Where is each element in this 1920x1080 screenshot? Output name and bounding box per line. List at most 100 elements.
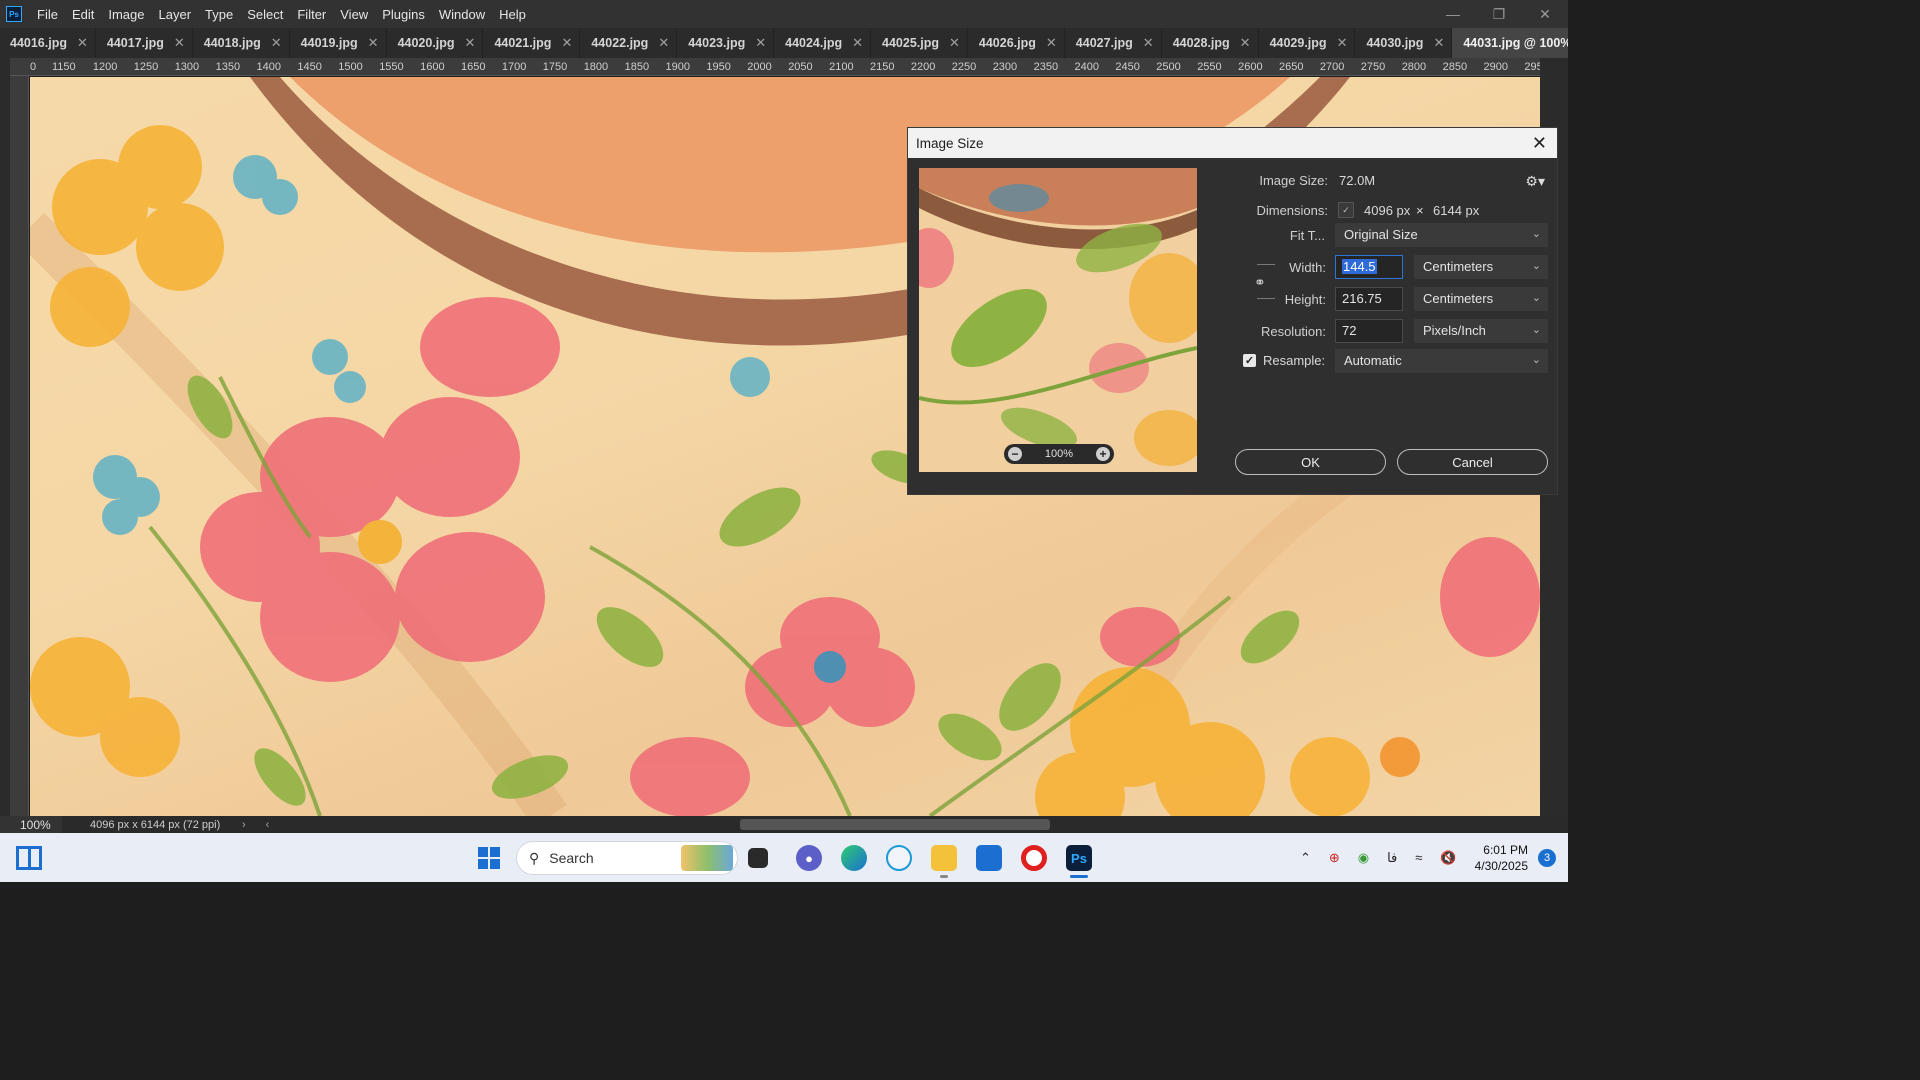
tab-44023[interactable]: 44023.jpg ✕: [677, 28, 775, 58]
zoom-level[interactable]: 100%: [0, 816, 62, 833]
document-info[interactable]: 4096 px x 6144 px (72 ppi): [62, 819, 232, 831]
vpn-icon[interactable]: ⊕: [1329, 850, 1340, 866]
microsoft-store-icon[interactable]: [976, 845, 1002, 871]
minimize-icon[interactable]: —: [1430, 6, 1476, 23]
ruler-tick-label: 1450: [297, 61, 322, 73]
taskbar-search[interactable]: ⚲ Search: [516, 841, 738, 875]
chevron-up-icon[interactable]: ⌃: [1300, 850, 1311, 866]
close-tab-icon[interactable]: ✕: [465, 35, 476, 51]
dimensions-unit-toggle[interactable]: ✓: [1338, 202, 1354, 218]
close-tab-icon[interactable]: ✕: [271, 35, 282, 51]
close-tab-icon[interactable]: ✕: [852, 35, 863, 51]
ruler-tick-label: 2900: [1483, 61, 1508, 73]
copilot-icon[interactable]: [886, 845, 912, 871]
close-tab-icon[interactable]: ✕: [755, 35, 766, 51]
close-icon[interactable]: ✕: [1532, 133, 1547, 154]
tab-44022[interactable]: 44022.jpg ✕: [580, 28, 678, 58]
vertical-ruler[interactable]: [10, 76, 29, 816]
clock[interactable]: 6:01 PM 4/30/2025: [1475, 842, 1528, 874]
opera-browser-icon[interactable]: [1021, 845, 1047, 871]
close-tab-icon[interactable]: ✕: [561, 35, 572, 51]
close-tab-icon[interactable]: ✕: [1240, 35, 1251, 51]
close-tab-icon[interactable]: ✕: [77, 35, 88, 51]
wifi-icon[interactable]: ≈: [1415, 850, 1422, 865]
width-input[interactable]: 144.5: [1335, 255, 1403, 279]
teams-chat-icon[interactable]: ●: [796, 845, 822, 871]
menu-help[interactable]: Help: [492, 7, 533, 22]
photoshop-taskbar-icon[interactable]: Ps: [1066, 845, 1092, 871]
chevron-left-icon[interactable]: ‹: [256, 819, 280, 831]
photoshop-logo-icon[interactable]: Ps: [6, 6, 22, 22]
zoom-out-icon[interactable]: −: [1008, 447, 1022, 461]
task-view-icon[interactable]: [748, 848, 768, 868]
tab-44031-active[interactable]: 44031.jpg @ 100% (RGB/8#): [1452, 28, 1568, 58]
menu-edit[interactable]: Edit: [65, 7, 101, 22]
tab-44021[interactable]: 44021.jpg ✕: [483, 28, 581, 58]
tab-44025[interactable]: 44025.jpg ✕: [871, 28, 968, 58]
chevron-right-icon[interactable]: ›: [232, 819, 256, 831]
widgets-icon[interactable]: [16, 846, 42, 870]
width-unit-value: Centimeters: [1423, 259, 1494, 274]
horizontal-ruler[interactable]: 0 1150 1200 1250 1300 1350 1400 1450 1500 1550 160…: [10, 58, 1543, 76]
tab-44016[interactable]: 44016.jpg ✕: [0, 28, 96, 58]
menu-layer[interactable]: Layer: [152, 7, 199, 22]
language-indicator[interactable]: فا: [1387, 850, 1397, 866]
fit-to-dropdown[interactable]: Original Size ⌄: [1335, 223, 1548, 247]
menu-window[interactable]: Window: [432, 7, 492, 22]
windows-start-icon[interactable]: [476, 845, 502, 871]
width-unit-dropdown[interactable]: Centimeters ⌄: [1414, 255, 1548, 279]
horizontal-scrollbar-thumb[interactable]: [740, 819, 1050, 830]
menu-file[interactable]: File: [30, 7, 65, 22]
close-tab-icon[interactable]: ✕: [1337, 35, 1348, 51]
close-tab-icon[interactable]: ✕: [174, 35, 185, 51]
resample-dropdown[interactable]: Automatic ⌄: [1335, 349, 1548, 373]
menu-select[interactable]: Select: [240, 7, 290, 22]
zoom-in-icon[interactable]: +: [1095, 447, 1110, 461]
tab-label: 44030.jpg: [1366, 36, 1424, 50]
notification-badge[interactable]: 3: [1538, 848, 1556, 867]
file-explorer-icon[interactable]: [931, 845, 957, 871]
network-globe-icon[interactable]: ◉: [1358, 850, 1369, 866]
menu-filter[interactable]: Filter: [290, 7, 333, 22]
close-tab-icon[interactable]: ✕: [1046, 35, 1057, 51]
constrain-proportions-link-icon[interactable]: ⚭: [1254, 274, 1266, 291]
tab-44019[interactable]: 44019.jpg ✕: [290, 28, 387, 58]
tab-44026[interactable]: 44026.jpg ✕: [968, 28, 1065, 58]
tab-44028[interactable]: 44028.jpg ✕: [1162, 28, 1259, 58]
tab-44027[interactable]: 44027.jpg ✕: [1065, 28, 1162, 58]
tab-44017[interactable]: 44017.jpg ✕: [96, 28, 193, 58]
tab-44029[interactable]: 44029.jpg ✕: [1259, 28, 1356, 58]
volume-muted-icon[interactable]: 🔇: [1440, 850, 1456, 866]
dimensions-times: ×: [1416, 203, 1424, 218]
menu-image[interactable]: Image: [101, 7, 151, 22]
height-unit-dropdown[interactable]: Centimeters ⌄: [1414, 287, 1548, 311]
ruler-tick-label: 1400: [256, 61, 281, 73]
height-input[interactable]: 216.75: [1335, 287, 1403, 311]
tab-44020[interactable]: 44020.jpg ✕: [387, 28, 484, 58]
close-tab-icon[interactable]: ✕: [1143, 35, 1154, 51]
resolution-input[interactable]: 72: [1335, 319, 1403, 343]
ruler-tick-label: 1750: [542, 61, 568, 73]
close-tab-icon[interactable]: ✕: [658, 35, 669, 51]
tab-44024[interactable]: 44024.jpg ✕: [774, 28, 872, 58]
close-window-icon[interactable]: ✕: [1522, 6, 1568, 23]
menu-view[interactable]: View: [333, 7, 375, 22]
width-label: Width:: [1289, 260, 1326, 275]
close-tab-icon[interactable]: ✕: [368, 35, 379, 51]
edge-browser-icon[interactable]: [841, 845, 867, 871]
menu-type[interactable]: Type: [198, 7, 240, 22]
resample-checkbox[interactable]: ✓: [1243, 354, 1256, 367]
image-preview[interactable]: − 100% +: [919, 168, 1197, 472]
tab-44030[interactable]: 44030.jpg ✕: [1355, 28, 1453, 58]
cancel-button[interactable]: Cancel: [1397, 449, 1548, 475]
tab-44018[interactable]: 44018.jpg ✕: [193, 28, 290, 58]
restore-icon[interactable]: ❐: [1476, 6, 1522, 23]
ok-button[interactable]: OK: [1235, 449, 1386, 475]
ruler-tick-label: 2700: [1319, 61, 1345, 73]
close-tab-icon[interactable]: ✕: [949, 35, 960, 51]
height-value: 216.75: [1342, 291, 1382, 306]
close-tab-icon[interactable]: ✕: [1433, 35, 1444, 51]
resolution-unit-dropdown[interactable]: Pixels/Inch ⌄: [1414, 319, 1548, 343]
settings-gear-icon[interactable]: ⚙▾: [1525, 173, 1545, 190]
menu-plugins[interactable]: Plugins: [375, 7, 432, 22]
